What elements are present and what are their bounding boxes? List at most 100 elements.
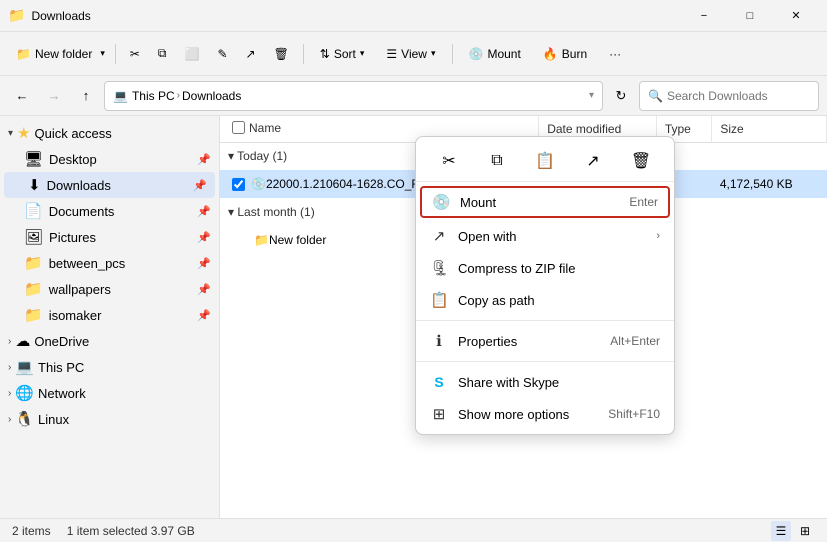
ctx-more-shortcut: Shift+F10 — [608, 407, 660, 421]
context-menu-toolbar: ✂ ⧉ 📋 ↗ 🗑 — [416, 141, 674, 182]
today-section-label: Today (1) — [237, 149, 287, 163]
this-pc-label: This PC — [38, 360, 211, 375]
maximize-button[interactable]: □ — [727, 0, 773, 32]
ctx-delete-icon: 🗑 — [631, 151, 651, 171]
sort-chevron: ▾ — [360, 48, 365, 59]
last-month-section-label: Last month (1) — [237, 205, 314, 219]
sidebar-section-quick-access[interactable]: ▾ ★ Quick access — [0, 120, 219, 146]
ctx-mount-shortcut: Enter — [629, 195, 658, 209]
linux-icon: 🐧 — [15, 410, 34, 428]
refresh-button[interactable]: ↻ — [607, 82, 635, 110]
desktop-icon: 🖥 — [24, 150, 43, 168]
context-menu: ✂ ⧉ 📋 ↗ 🗑 💿 Mount Enter — [415, 136, 675, 435]
sidebar-section-linux[interactable]: › 🐧 Linux — [0, 406, 219, 432]
delete-button[interactable]: 🗑 — [266, 38, 297, 70]
view-chevron: ▾ — [431, 48, 436, 59]
sidebar-item-wallpapers[interactable]: 📁 wallpapers 📌 — [0, 276, 219, 302]
ctx-copy-icon: ⧉ — [491, 152, 502, 170]
sidebar-item-documents[interactable]: 📄 Documents 📌 — [0, 198, 219, 224]
sidebar-item-isomaker[interactable]: 📁 isomaker 📌 — [0, 302, 219, 328]
share-button[interactable]: ↗ — [238, 38, 264, 70]
sidebar-section-this-pc[interactable]: › 💻 This PC — [0, 354, 219, 380]
file-content: Name Date modified Type Size ▾ Today (1) — [220, 116, 827, 518]
ctx-item-open-with[interactable]: ↗ Open with › — [416, 220, 674, 252]
delete-icon: 🗑 — [274, 47, 289, 61]
sidebar-section-network[interactable]: › 🌐 Network — [0, 380, 219, 406]
address-input[interactable]: 💻 This PC › Downloads ▾ — [104, 81, 603, 111]
ctx-item-more-options[interactable]: ⊞ Show more options Shift+F10 — [416, 398, 674, 430]
rename-button[interactable]: ✎ — [209, 38, 235, 70]
minimize-button[interactable]: − — [681, 0, 727, 32]
ctx-cut-icon: ✂ — [442, 151, 455, 171]
more-button[interactable]: ··· — [599, 38, 631, 70]
last-month-section-toggle[interactable]: ▾ — [228, 205, 237, 219]
select-all-checkbox[interactable] — [232, 121, 245, 134]
new-folder-main[interactable]: 📁 New folder — [8, 38, 96, 70]
ctx-share-button[interactable]: ↗ — [579, 147, 607, 175]
pin-icon-6: 📌 — [197, 283, 211, 296]
copy-button[interactable]: ⧉ — [150, 38, 175, 70]
quick-access-chevron: ▾ — [8, 128, 13, 139]
sidebar-item-desktop[interactable]: 🖥 Desktop 📌 — [0, 146, 219, 172]
address-dropdown-icon[interactable]: ▾ — [589, 90, 594, 101]
ctx-properties-icon: ℹ — [430, 332, 448, 350]
up-button[interactable]: ↑ — [72, 82, 100, 110]
ctx-mount-label: Mount — [460, 195, 619, 210]
search-box[interactable]: 🔍 — [639, 81, 819, 111]
sidebar-item-pictures[interactable]: 🖼 Pictures 📌 — [0, 224, 219, 250]
ctx-item-mount[interactable]: 💿 Mount Enter — [420, 186, 670, 218]
title-bar: 📁 Downloads − □ ✕ — [0, 0, 827, 32]
ctx-cut-button[interactable]: ✂ — [435, 147, 463, 175]
more-icon: ··· — [609, 47, 621, 61]
iso-checkbox[interactable] — [232, 178, 245, 191]
mount-button[interactable]: 💿 Mount — [459, 38, 531, 70]
ctx-copy-button[interactable]: ⧉ — [483, 147, 511, 175]
ctx-item-skype[interactable]: S Share with Skype — [416, 366, 674, 398]
close-button[interactable]: ✕ — [773, 0, 819, 32]
ctx-open-label: Open with — [458, 229, 646, 244]
main-layout: ▾ ★ Quick access 🖥 Desktop 📌 ⬇ Downloads… — [0, 116, 827, 518]
sidebar-section-onedrive[interactable]: › ☁ OneDrive — [0, 328, 219, 354]
toolbar-separator — [115, 44, 116, 64]
onedrive-chevron: › — [8, 336, 11, 347]
up-icon: ↑ — [83, 88, 90, 103]
title-bar-icon: 📁 — [8, 7, 25, 24]
sidebar-item-downloads[interactable]: ⬇ Downloads 📌 — [4, 172, 215, 198]
new-folder-dropdown-arrow[interactable]: ▾ — [96, 38, 109, 70]
today-section-toggle[interactable]: ▾ — [228, 149, 237, 163]
ctx-paste-button[interactable]: 📋 — [531, 147, 559, 175]
ctx-item-compress[interactable]: 🗜 Compress to ZIP file — [416, 252, 674, 284]
new-folder-button[interactable]: 📁 New folder ▾ — [8, 38, 109, 70]
pictures-icon: 🖼 — [24, 228, 43, 246]
col-size: Size — [712, 116, 827, 142]
new-folder-label: New folder — [35, 47, 92, 61]
ctx-separator-2 — [416, 361, 674, 362]
list-view-button[interactable]: ☰ — [771, 521, 791, 541]
selected-info: 1 item selected 3.97 GB — [67, 524, 195, 538]
back-button[interactable]: ← — [8, 82, 36, 110]
back-icon: ← — [16, 88, 29, 103]
paste-button[interactable]: ⬜ — [176, 38, 207, 70]
burn-button[interactable]: 🔥 Burn — [533, 38, 597, 70]
view-button[interactable]: ☰ View ▾ — [376, 38, 445, 70]
forward-button[interactable]: → — [40, 82, 68, 110]
sort-button[interactable]: ⇅ Sort ▾ — [310, 38, 375, 70]
ctx-skype-icon: S — [430, 374, 448, 390]
ctx-copy-path-label: Copy as path — [458, 293, 660, 308]
network-icon: 🌐 — [15, 384, 34, 402]
sidebar-item-between-pcs[interactable]: 📁 between_pcs 📌 — [0, 250, 219, 276]
search-icon: 🔍 — [648, 89, 663, 103]
ctx-item-copy-path[interactable]: 📋 Copy as path — [416, 284, 674, 316]
ctx-properties-shortcut: Alt+Enter — [610, 334, 660, 348]
cut-button[interactable]: ✂ — [122, 38, 148, 70]
pin-icon-7: 📌 — [197, 309, 211, 322]
ctx-properties-label: Properties — [458, 334, 600, 349]
copy-icon: ⧉ — [158, 46, 167, 61]
ctx-delete-button[interactable]: 🗑 — [627, 147, 655, 175]
ctx-item-properties[interactable]: ℹ Properties Alt+Enter — [416, 325, 674, 357]
address-path-part-1: This PC — [132, 89, 175, 103]
iso-icon: 💿 — [251, 177, 266, 191]
search-input[interactable] — [667, 89, 822, 103]
downloads-icon: ⬇ — [28, 176, 41, 194]
grid-view-button[interactable]: ⊞ — [795, 521, 815, 541]
